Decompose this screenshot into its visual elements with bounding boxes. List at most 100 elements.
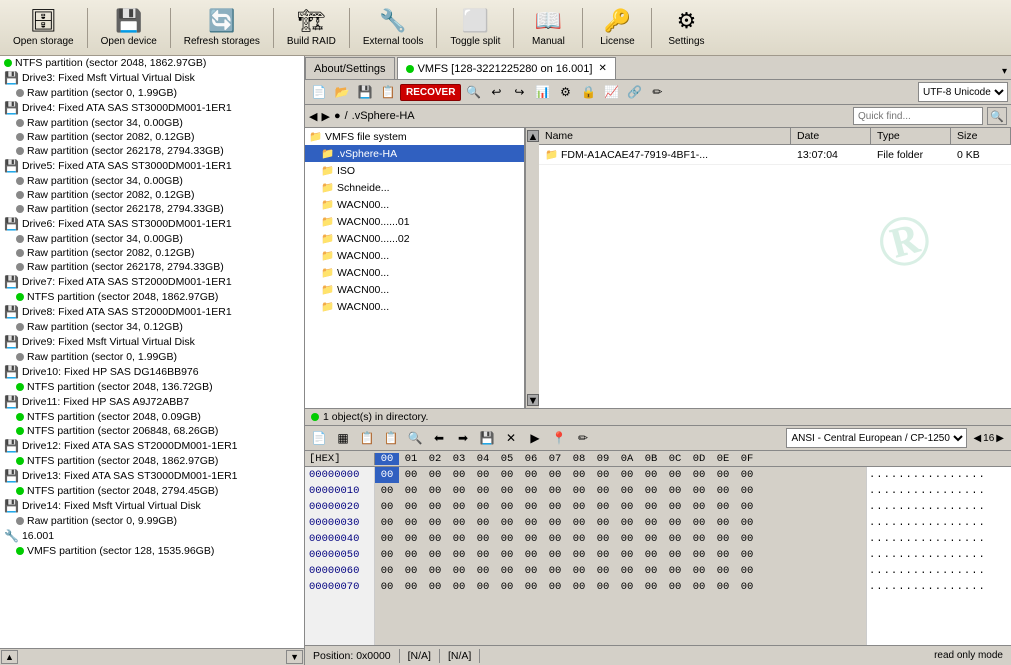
encoding-select[interactable]: UTF-8 Unicode ANSI <box>918 82 1008 102</box>
hex-byte[interactable]: 00 <box>639 483 663 499</box>
hex-paste-btn[interactable]: 📋 <box>380 428 402 448</box>
hex-byte[interactable]: 00 <box>471 547 495 563</box>
hex-byte[interactable]: 00 <box>687 467 711 483</box>
hex-byte[interactable]: 00 <box>615 563 639 579</box>
hex-byte[interactable]: 00 <box>423 531 447 547</box>
hex-byte[interactable]: 00 <box>639 547 663 563</box>
col-name-header[interactable]: Name <box>539 128 791 144</box>
file-props-button[interactable]: 📊 <box>531 82 553 102</box>
scroll-up-button[interactable]: ▲ <box>1 650 18 664</box>
path-back-button[interactable]: ◀ <box>309 110 317 123</box>
file-tree-item[interactable]: 📁 .vSphere-HA <box>305 145 524 162</box>
left-panel-item[interactable]: Raw partition (sector 0, 1.99GB) <box>0 350 304 364</box>
hex-byte[interactable]: 00 <box>567 563 591 579</box>
hex-nav-prev[interactable]: ◀ <box>973 433 981 444</box>
left-panel-item[interactable]: Raw partition (sector 2082, 0.12GB) <box>0 130 304 144</box>
scroll-down-button[interactable]: ▼ <box>286 650 303 664</box>
file-tree-item[interactable]: 📁 WACN00... <box>305 298 524 315</box>
hex-byte[interactable]: 00 <box>639 579 663 595</box>
hex-byte[interactable]: 00 <box>447 563 471 579</box>
hex-byte[interactable]: 00 <box>711 531 735 547</box>
file-edit-button[interactable]: ✏ <box>646 82 668 102</box>
file-open-button[interactable]: 📂 <box>331 82 353 102</box>
left-panel-item[interactable]: 💾Drive4: Fixed ATA SAS ST3000DM001-1ER1 <box>0 100 304 116</box>
hex-byte[interactable]: 00 <box>375 563 399 579</box>
left-panel-item[interactable]: Raw partition (sector 0, 1.99GB) <box>0 86 304 100</box>
hex-byte[interactable]: 00 <box>471 467 495 483</box>
hex-byte[interactable]: 00 <box>519 483 543 499</box>
hex-byte[interactable]: 00 <box>447 547 471 563</box>
hex-byte[interactable]: 00 <box>375 515 399 531</box>
file-tree-item[interactable]: 📁 WACN00... <box>305 196 524 213</box>
hex-byte[interactable]: 00 <box>447 483 471 499</box>
file-search-button[interactable]: 🔍 <box>462 82 484 102</box>
hex-byte[interactable]: 00 <box>591 515 615 531</box>
license-button[interactable]: 🔑 License <box>587 3 647 53</box>
hex-byte[interactable]: 00 <box>687 515 711 531</box>
left-panel-item[interactable]: VMFS partition (sector 128, 1535.96GB) <box>0 544 304 558</box>
left-panel-item[interactable]: 💾Drive14: Fixed Msft Virtual Virtual Dis… <box>0 498 304 514</box>
hex-byte[interactable]: 00 <box>543 563 567 579</box>
left-panel-item[interactable]: Raw partition (sector 34, 0.00GB) <box>0 116 304 130</box>
hex-byte[interactable]: 00 <box>543 467 567 483</box>
hex-byte[interactable]: 00 <box>639 467 663 483</box>
tree-scroll-up[interactable]: ▲ <box>527 130 539 142</box>
hex-byte[interactable]: 00 <box>447 531 471 547</box>
file-tree-item[interactable]: 📁 WACN00... <box>305 247 524 264</box>
hex-byte[interactable]: 00 <box>519 499 543 515</box>
tree-scroll-down[interactable]: ▼ <box>527 394 539 406</box>
hex-byte[interactable]: 00 <box>735 531 759 547</box>
tree-scrollbar[interactable]: ▲ ▼ <box>525 128 539 408</box>
hex-byte[interactable]: 00 <box>711 483 735 499</box>
hex-byte[interactable]: 00 <box>447 515 471 531</box>
file-tree-item[interactable]: 📁 ISO <box>305 162 524 179</box>
hex-byte[interactable]: 00 <box>423 499 447 515</box>
left-panel-item[interactable]: NTFS partition (sector 206848, 68.26GB) <box>0 424 304 438</box>
hex-byte[interactable]: 00 <box>543 499 567 515</box>
hex-copy-btn[interactable]: 📋 <box>356 428 378 448</box>
left-panel-item[interactable]: Raw partition (sector 34, 0.00GB) <box>0 174 304 188</box>
left-panel-item[interactable]: 💾Drive12: Fixed ATA SAS ST2000DM001-1ER1 <box>0 438 304 454</box>
hex-byte[interactable]: 00 <box>375 467 399 483</box>
hex-byte[interactable]: 00 <box>639 515 663 531</box>
hex-byte[interactable]: 00 <box>663 499 687 515</box>
hex-byte[interactable]: 00 <box>711 515 735 531</box>
file-tree-item[interactable]: 📁 VMFS file system <box>305 128 524 145</box>
left-panel-item[interactable]: NTFS partition (sector 2048, 1862.97GB) <box>0 454 304 468</box>
recover-button[interactable]: RECOVER <box>400 84 461 101</box>
hex-byte[interactable]: 00 <box>375 579 399 595</box>
hex-byte[interactable]: 00 <box>711 579 735 595</box>
hex-byte[interactable]: 00 <box>639 531 663 547</box>
file-settings-button[interactable]: ⚙ <box>554 82 576 102</box>
hex-edit-btn[interactable]: ✏ <box>572 428 594 448</box>
hex-byte[interactable]: 00 <box>375 547 399 563</box>
hex-byte[interactable]: 00 <box>615 515 639 531</box>
left-panel-item[interactable]: 💾Drive10: Fixed HP SAS DG146BB976 <box>0 364 304 380</box>
path-forward-button[interactable]: ▶ <box>321 110 329 123</box>
hex-byte[interactable]: 00 <box>399 547 423 563</box>
hex-byte[interactable]: 00 <box>495 563 519 579</box>
hex-byte[interactable]: 00 <box>471 579 495 595</box>
hex-byte[interactable]: 00 <box>615 579 639 595</box>
hex-byte[interactable]: 00 <box>591 499 615 515</box>
left-panel-item[interactable]: NTFS partition (sector 2048, 0.09GB) <box>0 410 304 424</box>
file-log-button[interactable]: 📈 <box>600 82 622 102</box>
hex-nav-next[interactable]: ▶ <box>996 433 1004 444</box>
hex-byte[interactable]: 00 <box>519 547 543 563</box>
hex-byte[interactable]: 00 <box>567 499 591 515</box>
hex-byte[interactable]: 00 <box>567 515 591 531</box>
hex-byte[interactable]: 00 <box>495 483 519 499</box>
left-panel-item[interactable]: NTFS partition (sector 2048, 1862.97GB) <box>0 290 304 304</box>
left-panel-item[interactable]: Raw partition (sector 34, 0.12GB) <box>0 320 304 334</box>
hex-byte[interactable]: 00 <box>495 499 519 515</box>
hex-byte[interactable]: 00 <box>519 515 543 531</box>
hex-byte[interactable]: 00 <box>735 483 759 499</box>
hex-byte[interactable]: 00 <box>615 547 639 563</box>
hex-byte[interactable]: 00 <box>399 515 423 531</box>
external-tools-button[interactable]: 🔧 External tools <box>354 3 433 53</box>
hex-byte[interactable]: 00 <box>567 547 591 563</box>
hex-byte[interactable]: 00 <box>423 515 447 531</box>
tab-about-settings[interactable]: About/Settings <box>305 57 395 79</box>
hex-byte[interactable]: 00 <box>495 579 519 595</box>
hex-byte[interactable]: 00 <box>495 515 519 531</box>
